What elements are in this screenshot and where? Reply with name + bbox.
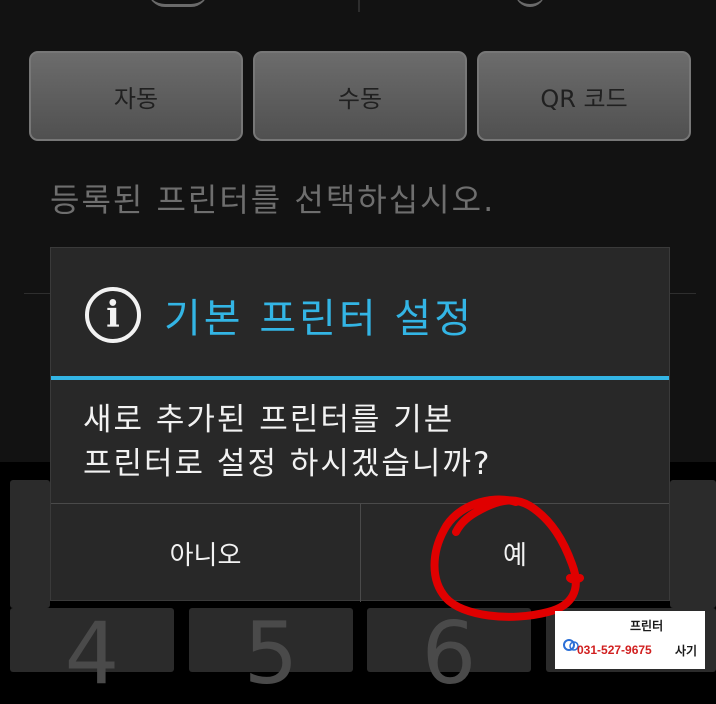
keypad-key-left-partial[interactable] (10, 480, 50, 608)
tab-separator (358, 0, 360, 12)
qr-code-mode-button[interactable]: QR 코드 (477, 51, 691, 141)
keypad-key-5[interactable]: 5 (189, 604, 353, 704)
auto-mode-button[interactable]: 자동 (29, 51, 243, 141)
red-circle-annotation (430, 495, 584, 621)
instruction-text: 등록된 프린터를 선택하십시오. (50, 181, 496, 219)
tab-indicator-fragment (515, 0, 545, 7)
dialog-message-line: 새로 추가된 프린터를 기본 (83, 402, 455, 438)
top-tab-strip (0, 0, 716, 14)
dialog-message-line: 프린터로 설정 하시겠습니까? (83, 446, 492, 482)
watermark-badge: 프린터 031-527-9675 사기 (555, 611, 705, 669)
no-button[interactable]: 아니오 (51, 504, 360, 602)
watermark-suffix: 사기 (675, 644, 698, 658)
watermark-phone: 031-527-9675 (577, 643, 652, 657)
key-digit: 5 (243, 604, 299, 704)
key-digit: 4 (64, 604, 120, 704)
keypad-key-right-partial[interactable] (670, 480, 716, 608)
list-divider (670, 293, 696, 294)
info-icon: i (85, 287, 141, 343)
title-divider (51, 376, 669, 380)
dialog-header: i 기본 프린터 설정 (51, 248, 669, 376)
keypad-key-4[interactable]: 4 (10, 604, 174, 704)
list-divider (24, 293, 52, 294)
watermark-brand: 프린터 (630, 619, 664, 633)
dialog-title: 기본 프린터 설정 (164, 296, 475, 342)
manual-mode-button[interactable]: 수동 (253, 51, 467, 141)
tab-indicator-fragment (148, 0, 208, 7)
dialog-message: 새로 추가된 프린터를 기본 프린터로 설정 하시겠습니까? (83, 398, 643, 486)
